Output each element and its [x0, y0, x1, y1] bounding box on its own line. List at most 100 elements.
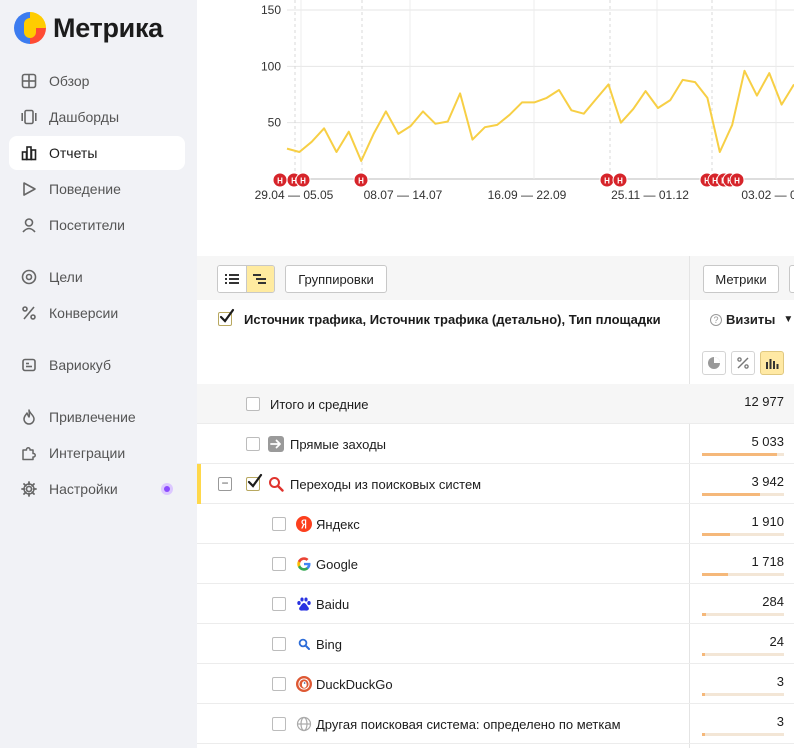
table-row[interactable]: DuckDuckGo 3 [197, 664, 794, 704]
sort-desc-icon[interactable]: ▼ [783, 314, 793, 325]
bing-icon [298, 638, 310, 650]
bars-icon [766, 359, 779, 369]
row-value: 1 910 [751, 514, 784, 529]
google-icon [297, 557, 311, 571]
more-toolbar-button[interactable] [789, 265, 794, 293]
sidebar-item-label: Обзор [49, 73, 90, 89]
dimensions-checkbox[interactable] [218, 308, 235, 326]
share-bar-fill [702, 613, 706, 616]
search-engine-icon [269, 477, 284, 492]
sidebar-item-label: Настройки [49, 481, 118, 497]
sidebar-item-label: Вариокуб [49, 357, 111, 373]
row-checkbox[interactable] [246, 473, 263, 491]
row-label: Bing [316, 637, 343, 652]
share-bar [702, 733, 784, 736]
groupings-button[interactable]: Группировки [285, 265, 387, 293]
row-checkbox[interactable] [272, 677, 286, 691]
y-tick-label: 150 [261, 3, 281, 17]
table-row[interactable]: Прямые заходы 5 033 [197, 424, 794, 464]
sidebar-item-label: Привлечение [49, 409, 136, 425]
sidebar-item-settings[interactable]: Настройки [9, 472, 185, 506]
share-bar [702, 453, 784, 456]
sidebar-item-overview[interactable]: Обзор [9, 64, 185, 98]
row-value: 24 [769, 634, 784, 649]
row-value: 1 718 [751, 554, 784, 569]
collapse-button[interactable]: − [218, 477, 232, 491]
share-bar-fill [702, 453, 777, 456]
table-row[interactable]: − Переходы из поисковых систем 3 942 [197, 464, 794, 504]
dashboards-icon [21, 109, 37, 125]
help-icon[interactable]: ? [710, 313, 722, 326]
puzzle-icon [21, 445, 37, 461]
row-checkbox[interactable] [272, 717, 286, 731]
pie-chart-button[interactable] [702, 351, 726, 375]
share-bar-fill [702, 573, 728, 576]
table-row[interactable]: Baidu 284 [197, 584, 794, 624]
sidebar-item-conversions[interactable]: Конверсии [9, 296, 185, 330]
table-row[interactable]: Другая поисковая система: определено по … [197, 704, 794, 744]
x-tick-label: 16.09 — 22.09 [488, 188, 567, 202]
row-checkbox[interactable] [246, 437, 260, 451]
percent-view-button[interactable] [731, 351, 755, 375]
share-bar-fill [702, 693, 705, 696]
row-selected-accent [197, 464, 201, 504]
percent-icon [737, 357, 749, 369]
table-row[interactable]: Bing 24 [197, 624, 794, 664]
list-icon [224, 274, 239, 284]
table-row[interactable]: Google 1 718 [197, 544, 794, 584]
annotation-marker-label: Н [734, 177, 740, 186]
share-bar-fill [702, 493, 760, 496]
sidebar-item-label: Отчеты [49, 145, 98, 161]
metric-title: Визиты [726, 312, 776, 327]
y-tick-label: 50 [268, 116, 282, 130]
row-checkbox[interactable] [272, 517, 286, 531]
row-label: Прямые заходы [290, 437, 387, 452]
table-row[interactable]: Яндекс 1 910 [197, 504, 794, 544]
sidebar-item-acquisition[interactable]: Привлечение [9, 400, 185, 434]
sidebar-item-variocube[interactable]: Вариокуб [9, 348, 185, 382]
list-view-button[interactable] [218, 266, 246, 292]
share-bar [702, 493, 784, 496]
row-value: 3 [776, 714, 784, 729]
sidebar-item-dashboards[interactable]: Дашборды [9, 100, 185, 134]
user-icon [21, 217, 37, 233]
row-value: 3 [776, 674, 784, 689]
sidebar-item-visitors[interactable]: Посетители [9, 208, 185, 242]
bar-view-button[interactable] [760, 351, 784, 375]
x-tick-label: 08.07 — 14.07 [364, 188, 443, 202]
share-bar [702, 533, 784, 536]
duckduckgo-icon [296, 676, 312, 692]
annotation-marker-label: Н [300, 177, 306, 186]
sidebar-item-label: Цели [49, 269, 83, 285]
row-checkbox[interactable] [246, 397, 260, 411]
sidebar-item-integrations[interactable]: Интеграции [9, 436, 185, 470]
sidebar-item-goals[interactable]: Цели [9, 260, 185, 294]
percent-icon [21, 305, 37, 321]
total-row: Итого и средние 12 977 [197, 384, 794, 424]
sidebar: Метрика Обзор Дашборды Отчеты Поведение [0, 0, 197, 748]
row-label: Google [316, 557, 358, 572]
row-checkbox[interactable] [272, 557, 286, 571]
logo-text: Метрика [53, 12, 163, 43]
gear-icon [21, 481, 37, 497]
baidu-icon [297, 597, 311, 611]
annotation-marker-label: Н [617, 177, 623, 186]
row-label: DuckDuckGo [316, 677, 393, 692]
metric-visits-header[interactable]: ? Визиты ▼ [710, 312, 793, 327]
line-chart: 15010050029.04 — 05.0508.07 — 14.0716.09… [255, 0, 794, 202]
arrow-right-icon [268, 436, 284, 452]
logo[interactable]: Метрика [14, 10, 163, 46]
dimensions-title[interactable]: Источник трафика, Источник трафика (дета… [244, 312, 661, 327]
checkmark-icon [219, 308, 235, 323]
metrics-button[interactable]: Метрики [703, 265, 779, 293]
notification-dot [161, 483, 173, 495]
row-value: 284 [762, 594, 784, 609]
tree-view-button[interactable] [245, 266, 274, 292]
sidebar-item-behavior[interactable]: Поведение [9, 172, 185, 206]
row-checkbox[interactable] [272, 637, 286, 651]
annotation-marker-label: Н [604, 177, 610, 186]
checkmark-icon [247, 473, 263, 488]
row-checkbox[interactable] [272, 597, 286, 611]
sidebar-item-reports[interactable]: Отчеты [9, 136, 185, 170]
share-bar [702, 613, 784, 616]
